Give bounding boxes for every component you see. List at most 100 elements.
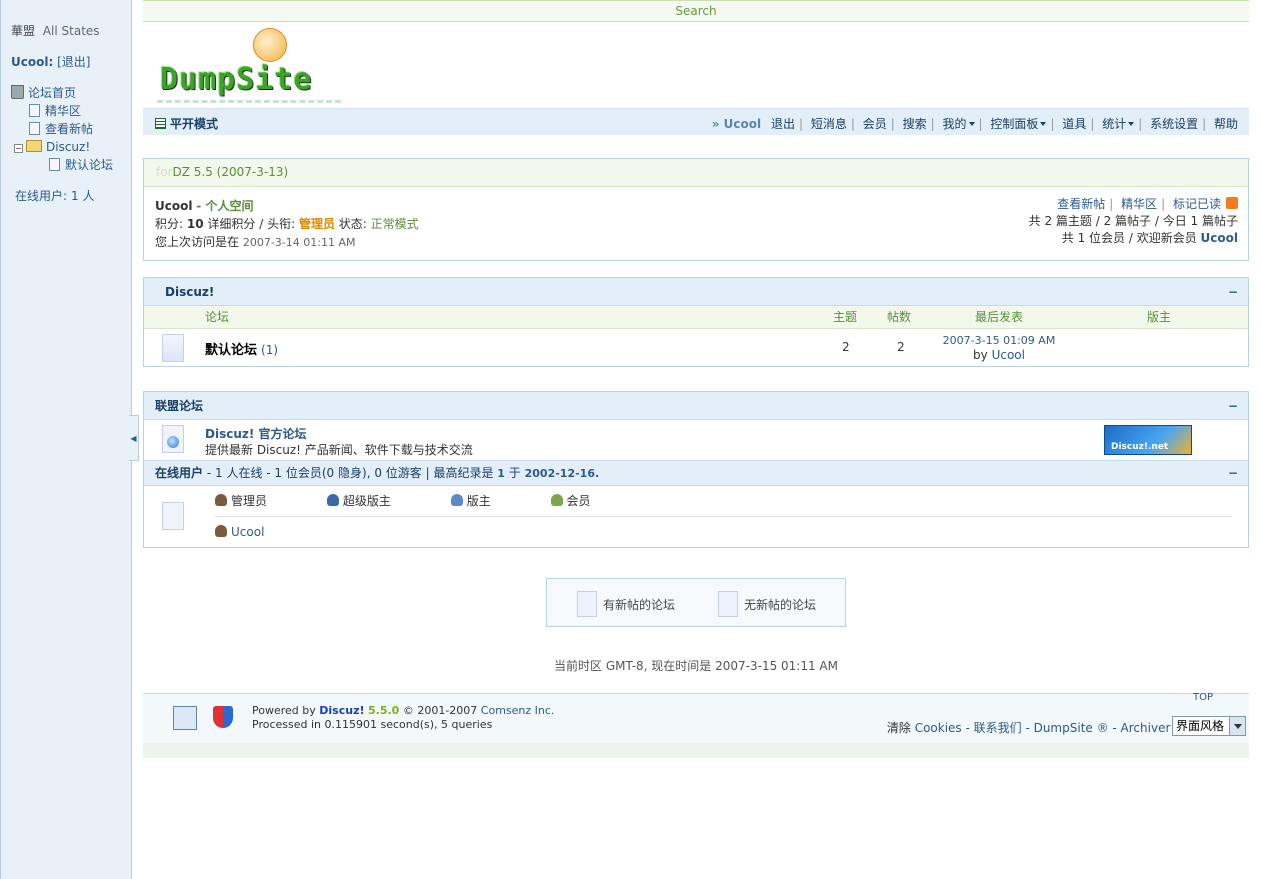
discuz-brand-link[interactable]: Discuz! xyxy=(319,704,364,717)
online-summary-1: - 1 人在线 xyxy=(206,466,263,480)
globe-icon xyxy=(162,425,184,453)
forum-name-link[interactable]: 默认论坛 xyxy=(205,343,257,358)
discuz-version: 5.5.0 xyxy=(368,704,400,717)
online-user-link[interactable]: Ucool xyxy=(231,525,264,539)
collapse-button[interactable]: − xyxy=(1228,278,1238,306)
tree-home[interactable]: 论坛首页 xyxy=(11,84,113,102)
main-content: Search DumpSite 平开模式 » Ucool 退出 | 短消息 | 会员… xyxy=(143,0,1249,758)
nav-help[interactable]: 帮助 xyxy=(1214,117,1238,131)
forum-posts-count: 2 xyxy=(897,340,905,354)
last-post-by: by xyxy=(973,348,988,362)
online-title[interactable]: 在线用户 xyxy=(155,466,203,480)
legend-mod-label: 版主 xyxy=(466,494,491,508)
nav-my-label[interactable]: 我的 xyxy=(943,117,967,131)
online-users-icon xyxy=(162,502,184,530)
tree-digest[interactable]: 精华区 xyxy=(11,102,113,120)
company-link[interactable]: Comsenz Inc. xyxy=(481,704,555,717)
info-left: Ucool - 个人空间 积分: 10 详细积分 / 头衔: 管理员 状态: 正… xyxy=(155,197,419,252)
nav-search[interactable]: 搜索 xyxy=(903,117,927,131)
nav-settings[interactable]: 系统设置 xyxy=(1150,117,1198,131)
mark-read-link[interactable]: 标记已读 xyxy=(1173,197,1221,211)
info-right: 查看新帖 | 精华区 | 标记已读 共 2 篇主题 / 2 篇帖子 / 今日 1 篇… xyxy=(1028,197,1238,245)
info-header: forDZ 5.5 (2007-3-13) xyxy=(144,159,1248,187)
logo-underline xyxy=(157,100,341,103)
last-post-user[interactable]: Ucool xyxy=(992,348,1025,362)
sidebar-user: Ucool: [退出] xyxy=(11,53,90,70)
page-icon xyxy=(29,122,40,135)
nav-my[interactable]: 我的 xyxy=(943,117,975,131)
mode-label[interactable]: 平开模式 xyxy=(170,117,218,131)
status-value[interactable]: 正常模式 xyxy=(371,217,419,231)
back-to-top[interactable]: TOP xyxy=(1193,692,1213,703)
sidebar-collapse-handle[interactable]: ◀ xyxy=(129,415,139,461)
sidebar-online: 在线用户: 1 人 xyxy=(11,187,95,204)
rss-icon[interactable] xyxy=(1226,197,1238,209)
style-select[interactable]: 界面风格 xyxy=(1172,716,1246,736)
legend-mod: 版主 xyxy=(450,494,519,508)
tree-group[interactable]: − Discuz! xyxy=(11,138,113,156)
collapse-minus-icon[interactable]: − xyxy=(14,144,23,153)
chevron-down-icon[interactable] xyxy=(1229,717,1245,735)
tree-new-posts[interactable]: 查看新帖 xyxy=(11,120,113,138)
collapse-button[interactable]: − xyxy=(1228,461,1238,486)
last-visit-time: 2007-3-14 01:11 AM xyxy=(242,236,356,249)
sidebar-logout-link[interactable]: [退出] xyxy=(57,55,90,69)
footer-link-list[interactable]: Cookies - 联系我们 - DumpSite ® - Archiver -… xyxy=(915,721,1209,735)
category-title[interactable]: Discuz! xyxy=(165,285,214,299)
nav-control-panel-label[interactable]: 控制面板 xyxy=(990,117,1038,131)
nav-current-user[interactable]: » Ucool xyxy=(712,117,761,131)
page-icon xyxy=(29,104,40,117)
collapse-button[interactable]: − xyxy=(1228,392,1238,420)
record-date: 2002-12-16. xyxy=(524,467,600,480)
col-posts: 帖数 xyxy=(887,310,912,324)
org-title: 華盟 xyxy=(11,24,36,38)
tree-new-posts-label[interactable]: 查看新帖 xyxy=(45,122,93,136)
forum-name: 默认论坛 (1) xyxy=(205,339,278,358)
personal-space-link[interactable]: - 个人空间 xyxy=(196,199,253,213)
info-username[interactable]: Ucool xyxy=(155,199,192,213)
points-value: 10 xyxy=(186,217,204,231)
user-title: 管理员 xyxy=(298,217,335,231)
last-post-date[interactable]: 2007-3-15 01:09 AM xyxy=(934,334,1064,348)
nav-logout[interactable]: 退出 xyxy=(771,117,795,131)
view-new-posts-link[interactable]: 查看新帖 xyxy=(1057,197,1105,211)
search-icon[interactable] xyxy=(173,706,197,730)
sidebar: 華盟 All States Ucool: [退出] 论坛首页 精华区 查看新帖 … xyxy=(0,0,132,879)
nav-messages[interactable]: 短消息 xyxy=(811,117,847,131)
shield-icon xyxy=(213,706,233,728)
nav-members[interactable]: 会员 xyxy=(863,117,887,131)
tree-digest-label[interactable]: 精华区 xyxy=(45,104,81,118)
footer-links: 清除 Cookies - 联系我们 - DumpSite ® - Archive… xyxy=(887,719,1209,736)
site-logo[interactable]: DumpSite xyxy=(143,22,1249,108)
online-header: 在线用户 - 1 人在线 - 1 位会员(0 隐身), 0 位游客 | 最高纪录… xyxy=(144,461,1248,486)
search-bar[interactable]: Search xyxy=(143,0,1249,22)
league-title: 联盟论坛 xyxy=(155,399,204,413)
style-select-value[interactable]: 界面风格 xyxy=(1176,719,1224,733)
admin-user-icon xyxy=(215,494,227,506)
league-forum-link[interactable]: Discuz! 官方论坛 xyxy=(205,425,307,442)
bottom-bar xyxy=(143,743,1249,758)
digest-link[interactable]: 精华区 xyxy=(1121,197,1157,211)
sidebar-username[interactable]: Ucool: xyxy=(11,55,53,69)
nav-control-panel[interactable]: 控制面板 xyxy=(990,117,1047,131)
legend-admin: 管理员 xyxy=(215,494,295,508)
record-at: 于 xyxy=(508,466,521,480)
display-mode-toggle[interactable]: 平开模式 xyxy=(155,115,218,132)
legend-no-new-posts: 无新帖的论坛 xyxy=(718,591,816,617)
league-banner[interactable]: Discuz!.net xyxy=(1104,425,1192,455)
tree-group-label[interactable]: Discuz! xyxy=(46,140,90,154)
nav-tools[interactable]: 道具 xyxy=(1062,117,1086,131)
footer: TOP Powered by Discuz! 5.5.0 © 2001-2007… xyxy=(143,692,1249,743)
legend-super-mod-label: 超级版主 xyxy=(342,494,391,508)
points-detail-link[interactable]: 详细积分 / 头衔: xyxy=(207,217,295,231)
nav-stats-label[interactable]: 统计 xyxy=(1102,117,1126,131)
tree-default-forum[interactable]: 默认论坛 xyxy=(11,156,113,174)
online-user[interactable]: Ucool xyxy=(215,525,264,539)
new-member-link[interactable]: Ucool xyxy=(1201,231,1238,245)
record-label: | 最高纪录是 xyxy=(425,466,494,480)
sidebar-online-count[interactable]: 1 人 xyxy=(71,189,94,203)
tree-default-forum-label[interactable]: 默认论坛 xyxy=(65,158,113,172)
search-label[interactable]: Search xyxy=(675,4,716,18)
nav-stats[interactable]: 统计 xyxy=(1102,117,1135,131)
tree-home-label[interactable]: 论坛首页 xyxy=(28,86,76,100)
